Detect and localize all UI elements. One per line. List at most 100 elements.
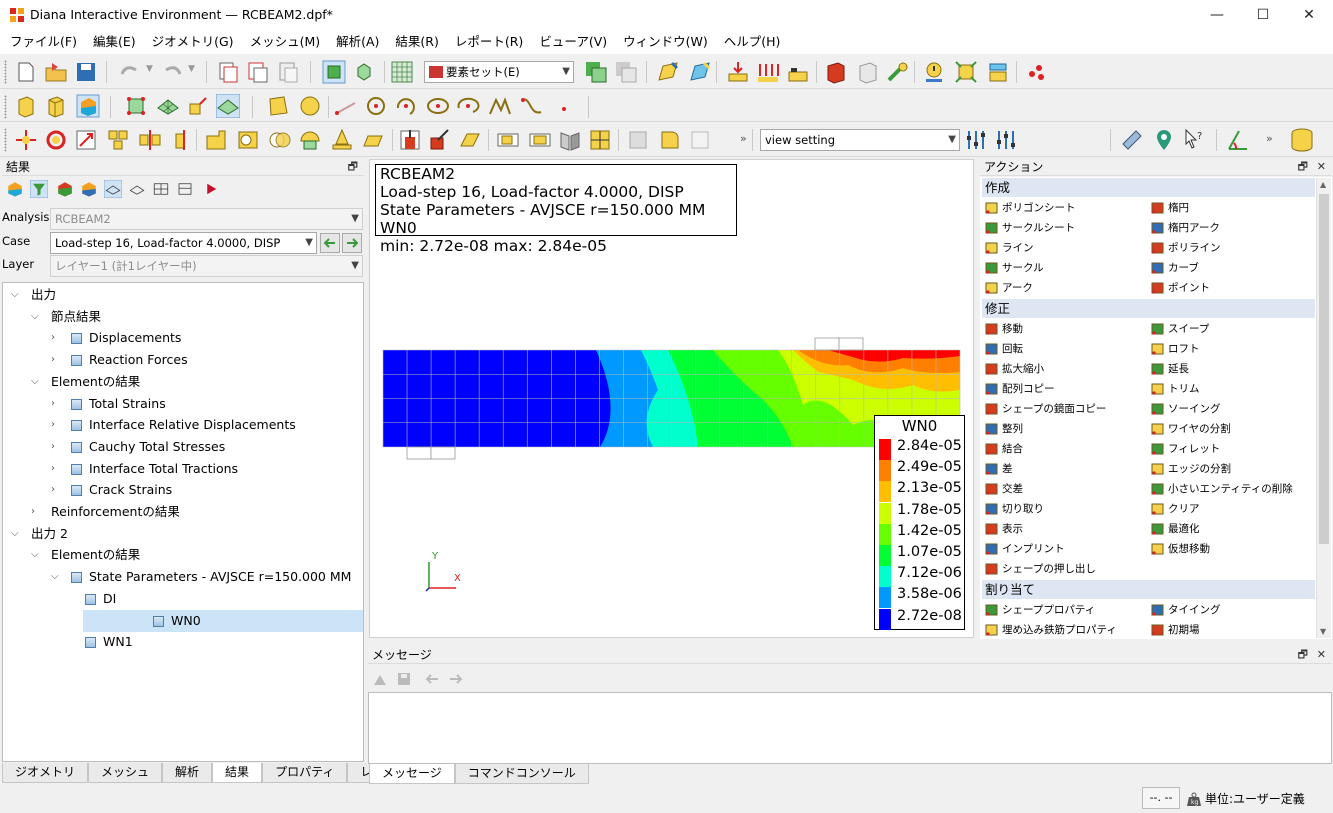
loft-icon[interactable]	[458, 128, 482, 152]
tree-item[interactable]: ⌵ Elementの結果	[3, 544, 363, 566]
overflow-chevron-2[interactable]: »	[1266, 132, 1273, 145]
location-pin-icon[interactable]	[1152, 128, 1176, 152]
property-edit-icon[interactable]	[688, 60, 712, 84]
clear-messages-icon[interactable]	[372, 671, 388, 687]
mesh-solid-icon[interactable]	[186, 94, 210, 118]
chevron-right-icon[interactable]: ›	[51, 436, 63, 458]
union-icon[interactable]	[204, 128, 228, 152]
menu-viewer[interactable]: ビューア(V)	[531, 30, 615, 54]
maximize-button[interactable]: ☐	[1240, 0, 1286, 30]
close-button[interactable]: ✕	[1286, 0, 1332, 30]
chevron-right-icon[interactable]: ›	[51, 414, 63, 436]
tree-item[interactable]: › Total Strains	[3, 393, 363, 415]
action-item[interactable]: 切り取り	[982, 499, 1044, 519]
view-sliders-icon[interactable]	[964, 128, 988, 152]
chevron-right-icon[interactable]: ›	[51, 349, 63, 371]
action-item[interactable]: インプリント	[982, 539, 1065, 559]
action-item[interactable]: 楕円	[1148, 198, 1189, 218]
elliptic-arc-icon[interactable]	[456, 94, 480, 118]
action-item[interactable]: 最適化	[1148, 519, 1200, 539]
action-item[interactable]: タイイング	[1148, 600, 1221, 620]
action-item[interactable]: アーク	[982, 278, 1033, 298]
action-item[interactable]: サークル	[982, 258, 1044, 278]
menu-geometry[interactable]: ジオメトリ(G)	[144, 30, 242, 54]
connect-icon[interactable]	[886, 60, 910, 84]
close-icon[interactable]: ✕	[1317, 646, 1326, 664]
line-icon[interactable]	[334, 94, 358, 118]
action-item[interactable]: ポイント	[1148, 278, 1210, 298]
menu-file[interactable]: ファイル(F)	[2, 30, 85, 54]
align-icon[interactable]	[168, 128, 192, 152]
tree-item[interactable]: WN0	[83, 609, 363, 632]
fillet-icon[interactable]	[658, 128, 682, 152]
result-solid-icon[interactable]	[80, 180, 98, 198]
forward-arrow-icon[interactable]	[448, 671, 464, 687]
chevron-down-icon[interactable]: ⌵	[31, 371, 43, 393]
filter-icon[interactable]	[30, 180, 48, 198]
tree-item[interactable]: › Cauchy Total Stresses	[3, 436, 363, 458]
load-icon[interactable]	[726, 60, 750, 84]
next-case-button[interactable]	[342, 233, 362, 253]
tab-mesh[interactable]: メッシュ	[88, 763, 163, 783]
tree-item[interactable]: › Displacements	[3, 327, 363, 349]
menu-analysis[interactable]: 解析(A)	[328, 30, 387, 54]
scroll-down-icon[interactable]: ▼	[1320, 627, 1326, 636]
query-cursor-icon[interactable]: ?	[1182, 128, 1206, 152]
ruler-icon[interactable]	[1120, 128, 1144, 152]
tab-command-console[interactable]: コマンドコンソール	[454, 764, 589, 784]
tree-item[interactable]: WN1	[3, 631, 363, 653]
cut-icon[interactable]	[246, 60, 270, 84]
action-item[interactable]: クリア	[1148, 499, 1200, 519]
arc-icon[interactable]	[394, 94, 418, 118]
float-panel-icon[interactable]: 🗗	[1298, 158, 1308, 176]
tree-item[interactable]: ⌵ State Parameters - AVJSCE r=150.000 MM	[3, 566, 363, 588]
action-item[interactable]: フィレット	[1148, 439, 1220, 459]
solid-icon[interactable]	[14, 94, 38, 118]
chevron-right-icon[interactable]: ›	[51, 479, 63, 501]
action-item[interactable]: ポリゴンシート	[982, 198, 1076, 218]
minimize-button[interactable]: —	[1194, 0, 1240, 30]
tab-messages[interactable]: メッセージ	[369, 764, 455, 784]
menu-window[interactable]: ウィンドウ(W)	[615, 30, 716, 54]
distributed-load-icon[interactable]	[756, 60, 780, 84]
action-item[interactable]: シェープの押し出し	[982, 559, 1096, 579]
tab-results[interactable]: 結果	[212, 763, 263, 783]
extrude-icon[interactable]	[986, 60, 1010, 84]
tree-item[interactable]: › Reaction Forces	[3, 349, 363, 371]
tree-item[interactable]: ⌵ Elementの結果	[3, 371, 363, 393]
case-dropdown[interactable]: Load-step 16, Load-factor 4.0000, DISP ▼	[50, 232, 317, 254]
overflow-chevron[interactable]: »	[740, 132, 747, 145]
new-file-icon[interactable]	[14, 60, 38, 84]
tree-item[interactable]: › Interface Relative Displacements	[3, 414, 363, 436]
tree-item[interactable]: DI	[3, 588, 363, 610]
undo-icon[interactable]	[118, 60, 142, 84]
array-copy-icon[interactable]	[106, 128, 130, 152]
contour-icon[interactable]	[6, 180, 24, 198]
action-item[interactable]: 差	[982, 459, 1013, 479]
action-item[interactable]: ロフト	[1148, 339, 1200, 359]
action-item[interactable]: シェープの鏡面コピー	[982, 399, 1106, 419]
float-panel-icon[interactable]: 🗗	[348, 158, 358, 176]
chevron-down-icon[interactable]: ⌵	[51, 566, 63, 588]
subtract-icon[interactable]	[236, 128, 260, 152]
mirror-copy-icon[interactable]	[138, 128, 162, 152]
show-sets-icon[interactable]	[584, 60, 608, 84]
rotate-icon[interactable]	[44, 128, 68, 152]
tree-item[interactable]: ⌵ 出力 2	[3, 523, 363, 545]
circle-sheet-icon[interactable]	[298, 94, 322, 118]
result-surface-icon[interactable]	[104, 180, 122, 198]
action-item[interactable]: 埋め込み鉄筋プロパティ	[982, 620, 1117, 640]
result-grid-icon[interactable]	[152, 180, 170, 198]
save-messages-icon[interactable]	[396, 671, 412, 687]
action-item[interactable]: 小さいエンティティの削除	[1148, 479, 1293, 499]
chevron-down-icon[interactable]: ⌵	[31, 544, 43, 566]
menu-results[interactable]: 結果(R)	[387, 30, 446, 54]
chevron-down-icon[interactable]: ⌵	[31, 306, 43, 328]
element-set-dropdown[interactable]: 要素セット(E) ▼	[424, 61, 574, 83]
action-item[interactable]: 表示	[982, 519, 1023, 539]
ellipse-icon[interactable]	[426, 94, 450, 118]
menu-help[interactable]: ヘルプ(H)	[716, 30, 789, 54]
mesh-points-icon[interactable]	[124, 94, 148, 118]
play-icon[interactable]	[202, 180, 220, 198]
action-item[interactable]: 整列	[982, 419, 1023, 439]
